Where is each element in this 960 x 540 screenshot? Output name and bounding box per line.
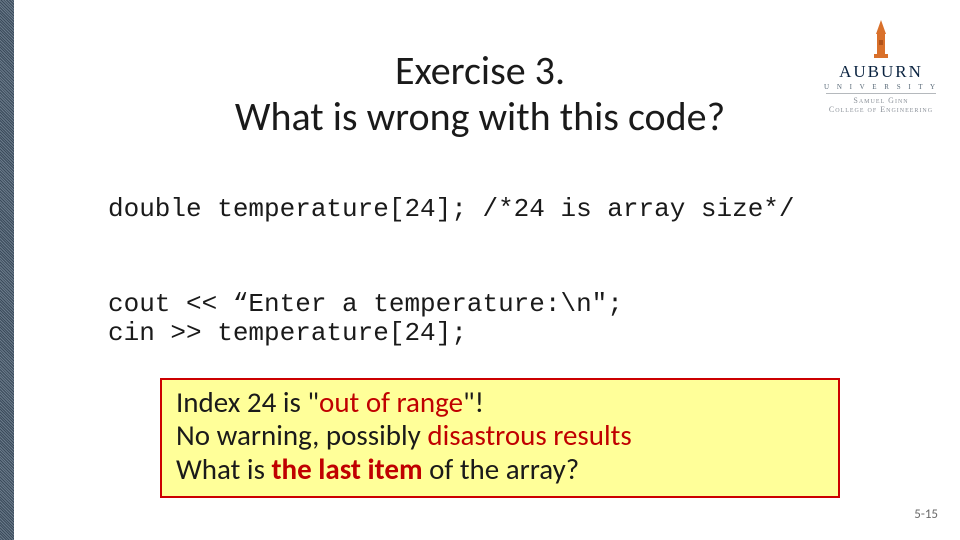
answer-line-1: Index 24 is "out of range"! [176,386,824,419]
ans1-a: Index 24 is " [176,384,319,420]
ans1-c: "! [463,384,484,420]
title-line-2: What is wrong with this code? [0,94,960,140]
answer-box: Index 24 is "out of range"! No warning, … [160,378,840,498]
slide-title: Exercise 3. What is wrong with this code… [0,48,960,140]
code-snippet-io: cout << “Enter a temperature:\n"; cin >>… [108,290,623,347]
ans2-a: No warning, possibly [176,417,427,453]
code-line-2: cout << “Enter a temperature:\n"; [108,289,623,319]
ans3-a: What is [176,451,271,487]
code-line-3: cin >> temperature[24]; [108,318,467,348]
ans3-c: of the array? [423,451,580,487]
ans1-b: out of range [319,384,463,420]
code-snippet-declaration: double temperature[24]; /*24 is array si… [108,195,795,224]
slide-number: 5-15 [914,507,938,522]
answer-line-2: No warning, possibly disastrous results [176,419,824,452]
answer-line-3: What is the last item of the array? [176,453,824,486]
ans3-b: the last item [271,451,422,487]
ans2-b: disastrous results [427,417,631,453]
title-line-1: Exercise 3. [0,48,960,94]
